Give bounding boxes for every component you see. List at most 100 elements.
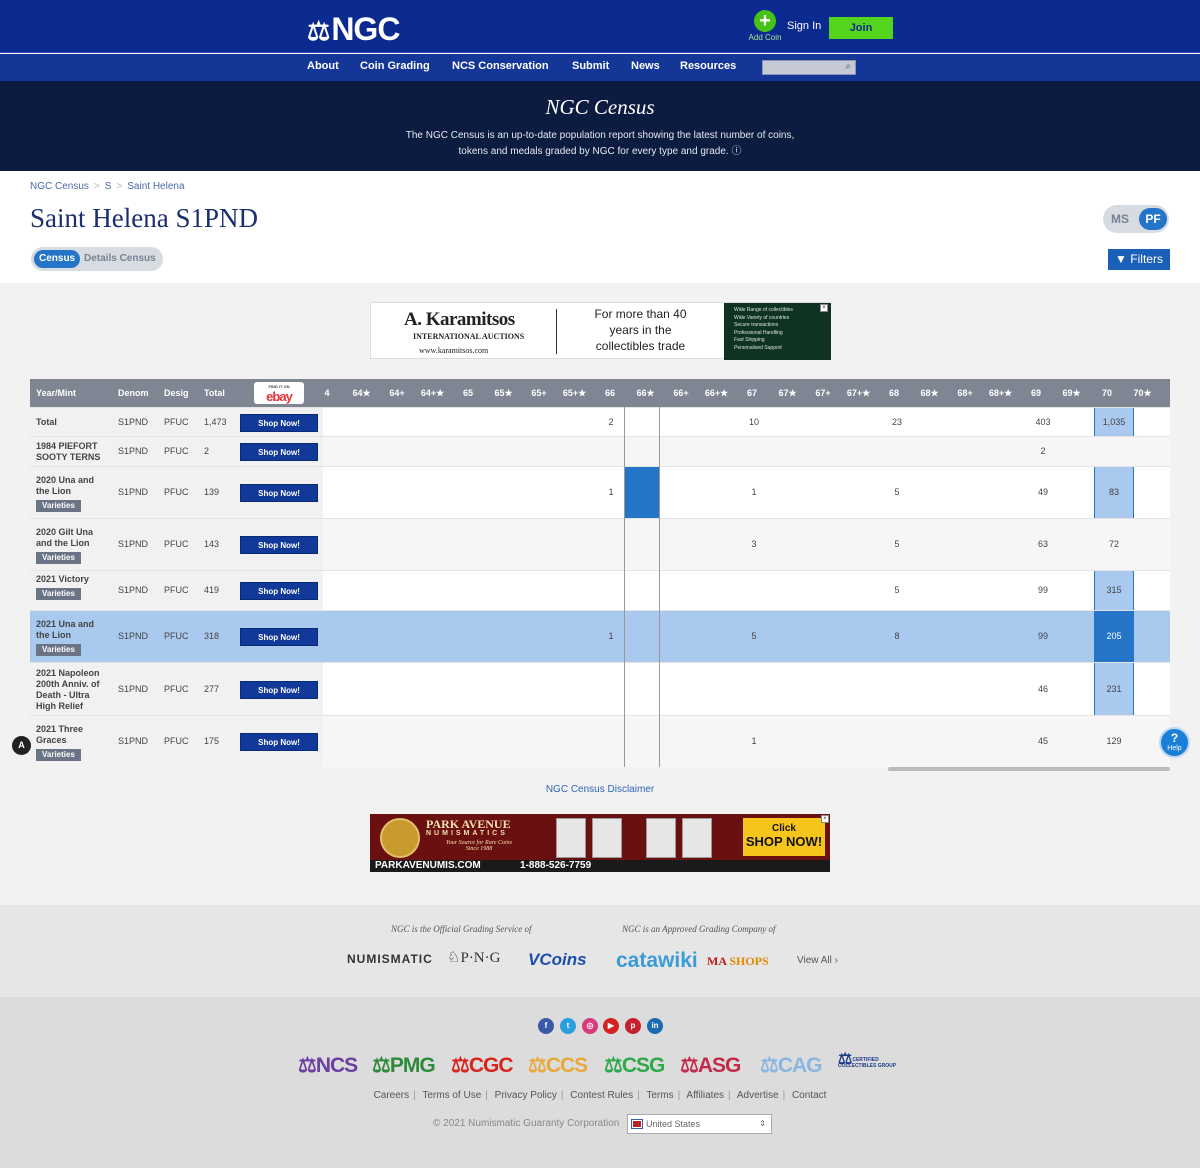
year-mint-label[interactable]: 2021 Napoleon 200th Anniv. of Death - Ul… [36, 668, 100, 711]
header-total[interactable]: Total [204, 388, 225, 398]
grade-count[interactable]: 99 [1025, 631, 1061, 641]
grade-count[interactable]: 99 [1025, 585, 1061, 595]
grade-header[interactable]: 67 [734, 388, 770, 398]
grade-header[interactable]: 66+★ [699, 388, 735, 399]
varieties-button[interactable]: Varieties [36, 748, 81, 761]
row-year-mint[interactable]: 1984 PIEFORT SOOTY TERNS [36, 441, 106, 463]
varieties-button[interactable]: Varieties [36, 643, 81, 656]
search-icon[interactable]: ⌕ [845, 61, 851, 72]
grade-header[interactable]: 69 [1018, 388, 1054, 398]
ms-pf-toggle[interactable]: MS PF [1103, 205, 1169, 233]
header-desig[interactable]: Desig [164, 388, 189, 398]
grade-header[interactable]: 65+ [521, 388, 557, 398]
grade-count[interactable]: 1,035 [1096, 417, 1132, 427]
grade-count[interactable]: 45 [1025, 736, 1061, 746]
csg-logo[interactable]: ⚖CSG [604, 1053, 665, 1078]
table-row[interactable]: 2020 Gilt Una and the Lion Varieties S1PND… [30, 518, 1170, 570]
grade-header[interactable]: 65 [450, 388, 486, 398]
nav-resources[interactable]: Resources [680, 60, 736, 72]
shop-now-button[interactable]: Shop Now! [240, 680, 318, 699]
shop-now-button[interactable]: Shop Now! [240, 443, 318, 461]
grade-header[interactable]: 64+ [379, 388, 415, 398]
grade-count[interactable]: 3 [736, 539, 772, 549]
grade-header[interactable]: 69★ [1054, 388, 1090, 399]
twitter-icon[interactable]: t [560, 1018, 576, 1034]
grade-header[interactable]: 64★ [344, 388, 380, 399]
join-button[interactable]: Join [829, 17, 893, 39]
grade-count[interactable]: 23 [879, 417, 915, 427]
grade-header[interactable]: 4 [323, 388, 331, 398]
grade-count[interactable]: 231 [1096, 684, 1132, 694]
grade-count[interactable]: 8 [879, 631, 915, 641]
info-icon[interactable]: ⓘ [731, 146, 741, 157]
grade-count[interactable]: 83 [1096, 487, 1132, 497]
footer-link-terms[interactable]: Terms [646, 1090, 673, 1101]
varieties-button[interactable]: Varieties [36, 499, 81, 512]
grade-count[interactable]: 315 [1096, 585, 1132, 595]
help-button[interactable]: ? Help [1159, 727, 1190, 758]
tab-details-census[interactable]: Details Census [79, 250, 161, 268]
grade-count[interactable]: 1 [736, 736, 772, 746]
breadcrumb-s[interactable]: S [105, 181, 112, 192]
filters-button[interactable]: ▼ Filters [1108, 249, 1170, 270]
cgc-logo[interactable]: ⚖CGC [451, 1053, 513, 1078]
youtube-icon[interactable]: ▶ [603, 1018, 619, 1034]
cag-logo[interactable]: ⚖CAG [760, 1053, 822, 1078]
table-row[interactable]: 2021 Napoleon 200th Anniv. of Death - Ul… [30, 662, 1170, 715]
grade-count[interactable]: 10 [736, 417, 772, 427]
ma-shops-logo[interactable]: MA SHOPS [707, 954, 769, 969]
row-year-mint[interactable]: 2021 Una and the Lion Varieties [36, 619, 106, 656]
grade-count[interactable]: 5 [879, 539, 915, 549]
table-row[interactable]: 2021 Una and the Lion Varieties S1PND PFUC 3… [30, 610, 1170, 663]
grade-header[interactable]: 66★ [628, 388, 664, 399]
sign-in-link[interactable]: Sign In [787, 20, 821, 32]
grade-count[interactable]: 2 [1025, 446, 1061, 456]
shop-now-button[interactable]: Shop Now! [240, 484, 318, 502]
grade-header[interactable]: 67★ [770, 388, 806, 399]
nav-coin-grading[interactable]: Coin Grading [360, 60, 430, 72]
selected-grade-cell[interactable] [625, 467, 659, 519]
row-year-mint[interactable]: 2021 Napoleon 200th Anniv. of Death - Ul… [36, 668, 106, 712]
shop-now-button[interactable]: Shop Now! [240, 582, 318, 600]
header-year-mint[interactable]: Year/Mint [36, 388, 76, 398]
year-mint-label[interactable]: 2021 Victory [36, 574, 89, 584]
park-avenue-ad[interactable]: PARK AVENUE NUMISMATICS Your Source for … [370, 814, 830, 872]
nav-about[interactable]: About [307, 60, 339, 72]
shop-now-button[interactable]: Shop Now! [240, 413, 318, 432]
grade-header[interactable]: 67+★ [841, 388, 877, 399]
grade-count[interactable]: 403 [1025, 417, 1061, 427]
catawiki-logo[interactable]: catawiki [616, 949, 698, 973]
varieties-button[interactable]: Varieties [36, 551, 81, 564]
ana-logo[interactable]: NUMISMATIC [347, 952, 433, 966]
grade-header[interactable]: 68+ [947, 388, 983, 398]
footer-link-affiliates[interactable]: Affiliates [686, 1090, 724, 1101]
karamitsos-ad[interactable]: A. Karamitsos INTERNATIONAL AUCTIONS www… [370, 302, 831, 360]
toggle-ms[interactable]: MS [1111, 212, 1129, 226]
grade-count[interactable]: 1 [736, 487, 772, 497]
grade-header[interactable]: 65★ [486, 388, 522, 399]
grade-count[interactable]: 5 [879, 487, 915, 497]
grade-count[interactable]: 5 [879, 585, 915, 595]
grade-header[interactable]: 67+ [805, 388, 841, 398]
year-mint-label[interactable]: 2021 Una and the Lion [36, 619, 94, 640]
footer-link-terms-of-use[interactable]: Terms of Use [422, 1090, 481, 1101]
header-denom[interactable]: Denom [118, 388, 149, 398]
table-row-total[interactable]: Total S1PND PFUC 1,473 Shop Now! 2 10 23 403 1,03… [30, 407, 1170, 436]
row-year-mint[interactable]: 2020 Una and the Lion Varieties [36, 475, 106, 512]
ngc-logo[interactable]: ⚖NGC [307, 11, 400, 48]
ad-close-icon[interactable]: × [821, 815, 829, 823]
row-year-mint[interactable]: 2021 Victory Varieties [36, 574, 106, 600]
table-row[interactable]: 1984 PIEFORT SOOTY TERNS S1PND PFUC 2 Shop N… [30, 436, 1170, 466]
shop-now-button[interactable]: Shop Now! [240, 628, 318, 646]
year-mint-label[interactable]: 2020 Una and the Lion [36, 475, 94, 496]
pmg-logo[interactable]: ⚖PMG [372, 1053, 436, 1078]
breadcrumb-ngc-census[interactable]: NGC Census [30, 181, 89, 192]
row-year-mint[interactable]: 2020 Gilt Una and the Lion Varieties [36, 527, 106, 564]
varieties-button[interactable]: Varieties [36, 588, 81, 600]
grade-count[interactable]: 49 [1025, 487, 1061, 497]
view-all-link[interactable]: View All › [797, 955, 838, 966]
nav-ncs-conservation[interactable]: NCS Conservation [452, 60, 549, 72]
grade-header[interactable]: 70★ [1125, 388, 1161, 399]
add-coin-button[interactable]: + Add Coin [748, 10, 782, 42]
shop-now-button[interactable]: Shop Now! [240, 733, 318, 751]
